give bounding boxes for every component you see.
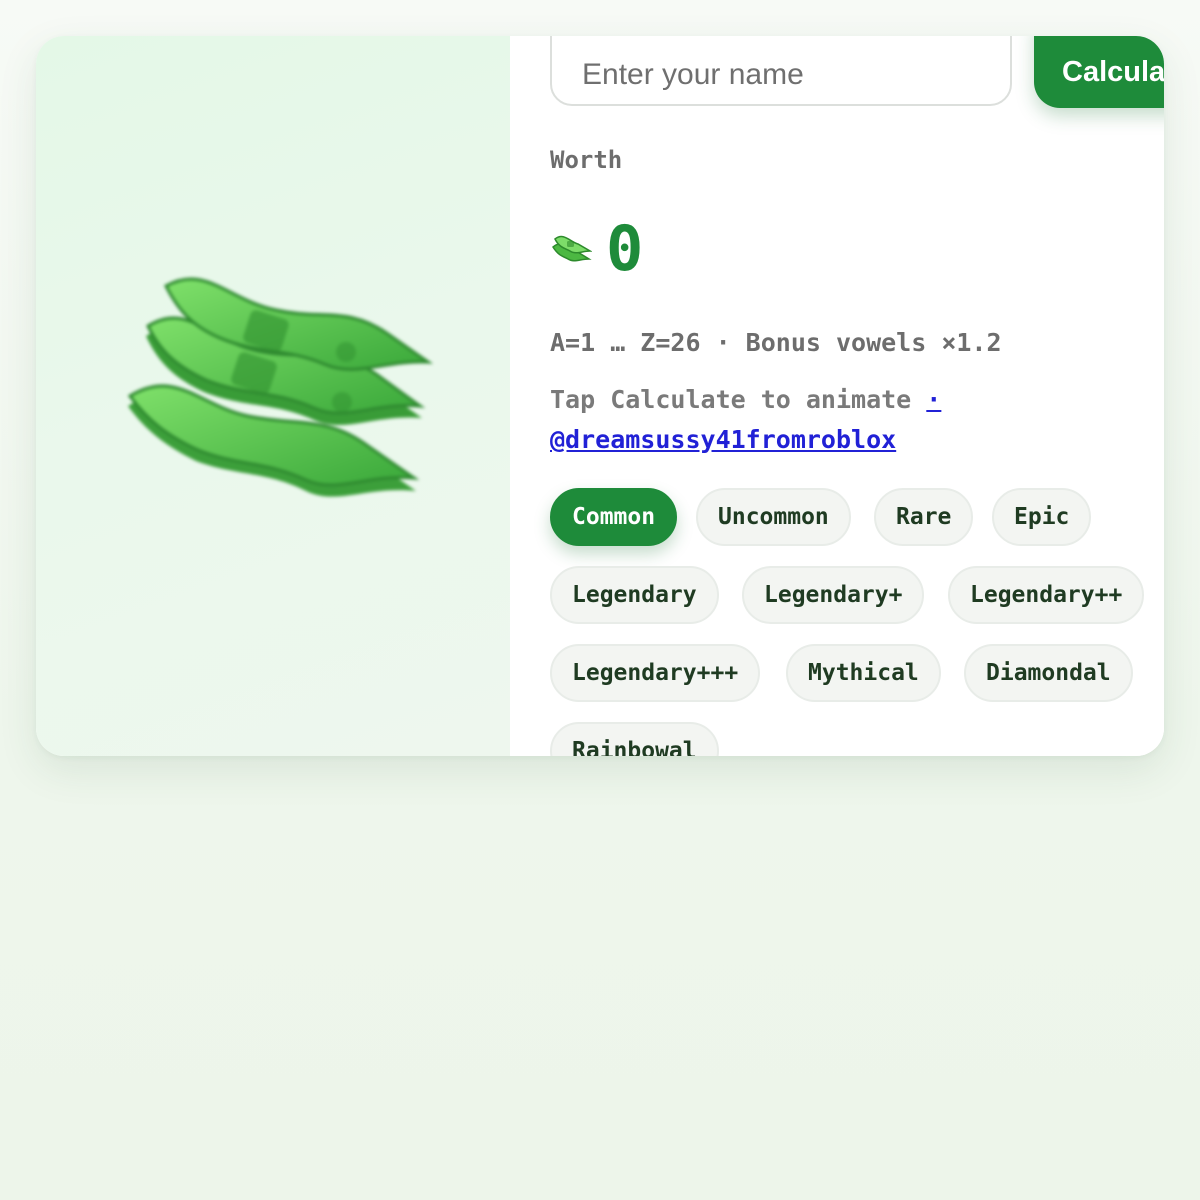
worth-display: 0 (550, 204, 643, 294)
chip-rare[interactable]: Rare (874, 488, 974, 546)
formula-text: A=1 … Z=26 · Bonus vowels ×1.2 (550, 328, 1002, 357)
name-input[interactable] (550, 36, 1012, 106)
money-with-wings-icon (552, 235, 592, 262)
chip-common[interactable]: Common (550, 488, 678, 546)
chip-epic[interactable]: Epic (992, 488, 1092, 546)
chip-legendary-plus-plus-plus[interactable]: Legendary+++ (550, 644, 761, 702)
calculate-button[interactable]: Calcula (1034, 36, 1164, 108)
chip-mythical[interactable]: Mythical (786, 644, 941, 702)
chip-legendary-plus-plus[interactable]: Legendary++ (948, 566, 1145, 624)
hint-text: Tap Calculate to animate · @dreamsussy41… (550, 380, 1110, 460)
chip-uncommon[interactable]: Uncommon (696, 488, 851, 546)
worth-label: Worth (550, 146, 623, 174)
chip-rainbowal[interactable]: Rainbowal (550, 722, 719, 756)
hint-label: Tap Calculate to animate (550, 385, 927, 414)
chip-diamondal[interactable]: Diamondal (964, 644, 1133, 702)
calculator-card: Calcula Worth 0 A=1 … Z=26 · Bonus vowel… (36, 36, 1164, 756)
calculator-panel: Calcula Worth 0 A=1 … Z=26 · Bonus vowel… (510, 36, 1164, 756)
illustration-panel (36, 36, 510, 756)
worth-value: 0 (606, 212, 644, 285)
chip-legendary[interactable]: Legendary (550, 566, 719, 624)
money-stack-icon (127, 277, 434, 497)
chip-legendary-plus[interactable]: Legendary+ (742, 566, 925, 624)
